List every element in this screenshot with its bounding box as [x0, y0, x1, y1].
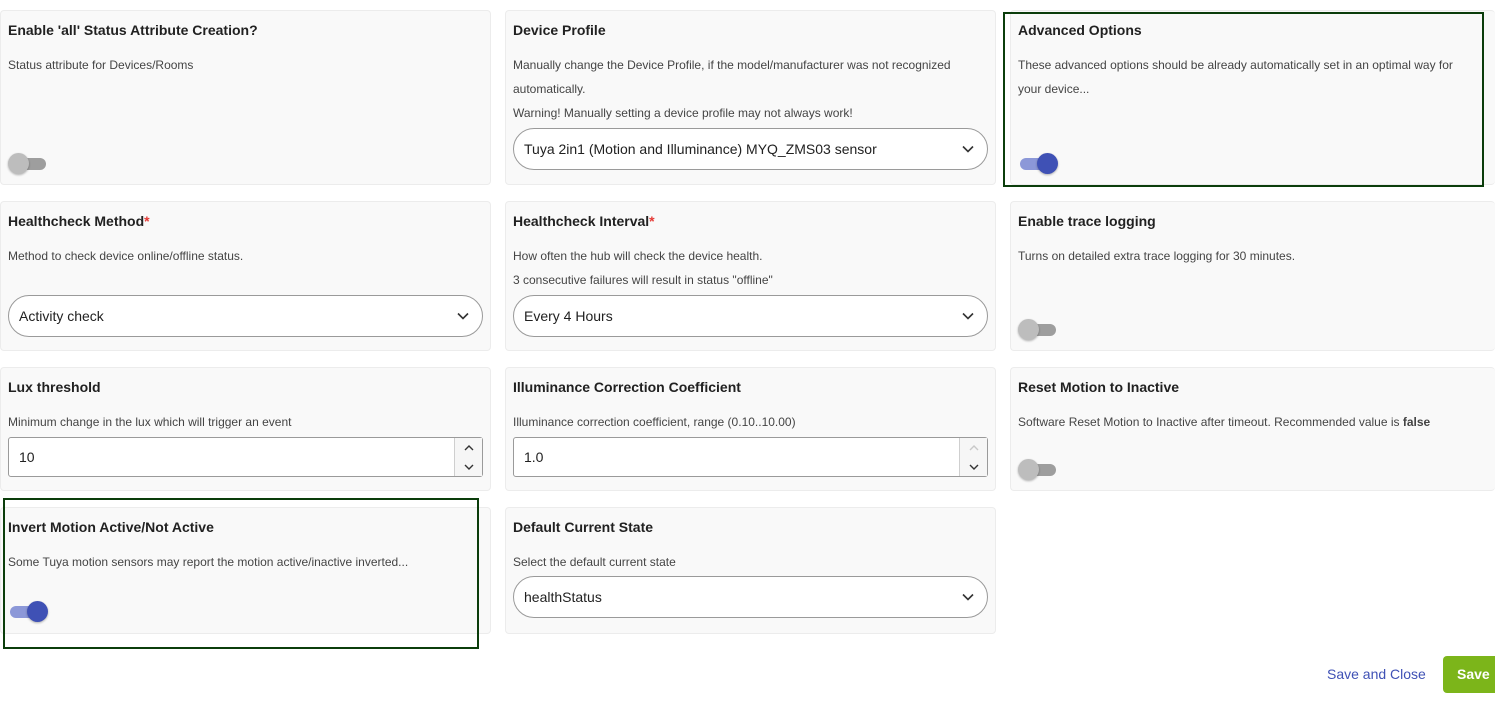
select-value: healthStatus	[524, 589, 602, 605]
healthcheck-method-card: Healthcheck Method* Method to check devi…	[0, 201, 491, 351]
status-attribute-card: Enable 'all' Status Attribute Creation? …	[0, 10, 491, 185]
chevron-down-icon	[464, 464, 473, 470]
chevron-down-icon	[962, 312, 974, 320]
trace-logging-toggle[interactable]	[1018, 318, 1058, 342]
chevron-up-icon	[464, 444, 473, 450]
invert-motion-card: Invert Motion Active/Not Active Some Tuy…	[0, 507, 491, 634]
save-button[interactable]: Save	[1443, 656, 1495, 693]
trace-logging-card: Enable trace logging Turns on detailed e…	[1010, 201, 1495, 351]
healthcheck-interval-card: Healthcheck Interval* How often the hub …	[505, 201, 996, 351]
select-value: Tuya 2in1 (Motion and Illuminance) MYQ_Z…	[524, 141, 877, 157]
card-title: Illuminance Correction Coefficient	[513, 379, 741, 395]
card-description: Method to check device online/offline st…	[8, 249, 244, 263]
card-description: Manually change the Device Profile, if t…	[513, 58, 951, 120]
chevron-down-icon	[962, 593, 974, 601]
chevron-down-icon	[962, 145, 974, 153]
card-title: Healthcheck Interval*	[513, 213, 655, 229]
default-state-card: Default Current State Select the default…	[505, 507, 996, 634]
healthcheck-method-select[interactable]: Activity check	[8, 295, 483, 337]
input-value: 1.0	[524, 449, 544, 465]
toggle-knob	[1018, 319, 1039, 340]
card-title: Advanced Options	[1018, 22, 1142, 38]
illuminance-coefficient-input[interactable]: 1.0	[513, 437, 988, 477]
select-value: Activity check	[19, 308, 104, 324]
card-title: Reset Motion to Inactive	[1018, 379, 1180, 395]
card-title: Enable 'all' Status Attribute Creation?	[8, 22, 258, 38]
lux-threshold-input[interactable]: 10	[8, 437, 483, 477]
card-title: Invert Motion Active/Not Active	[8, 519, 214, 535]
reset-motion-toggle[interactable]	[1018, 458, 1058, 482]
required-marker: *	[649, 213, 655, 229]
card-title: Lux threshold	[8, 379, 101, 395]
number-stepper	[454, 438, 482, 476]
card-description: These advanced options should be already…	[1018, 58, 1453, 96]
device-profile-select[interactable]: Tuya 2in1 (Motion and Illuminance) MYQ_Z…	[513, 128, 988, 170]
device-profile-card: Device Profile Manually change the Devic…	[505, 10, 996, 185]
save-and-close-button[interactable]: Save and Close	[1327, 666, 1426, 682]
stepper-up-button[interactable]	[455, 438, 482, 457]
card-description: Illuminance correction coefficient, rang…	[513, 415, 796, 429]
illuminance-coefficient-card: Illuminance Correction Coefficient Illum…	[505, 367, 996, 491]
card-description: Status attribute for Devices/Rooms	[8, 58, 194, 72]
lux-threshold-card: Lux threshold Minimum change in the lux …	[0, 367, 491, 491]
advanced-options-card: Advanced Options These advanced options …	[1010, 10, 1495, 185]
chevron-down-icon	[969, 464, 978, 470]
healthcheck-interval-select[interactable]: Every 4 Hours	[513, 295, 988, 337]
stepper-down-button[interactable]	[960, 457, 987, 476]
card-title: Healthcheck Method*	[8, 213, 150, 229]
required-marker: *	[144, 213, 150, 229]
card-description: How often the hub will check the device …	[513, 249, 773, 287]
toggle-knob	[1037, 153, 1058, 174]
chevron-up-icon	[969, 444, 978, 450]
advanced-options-toggle[interactable]	[1018, 152, 1058, 176]
card-title: Enable trace logging	[1018, 213, 1156, 229]
card-title: Device Profile	[513, 22, 606, 38]
select-value: Every 4 Hours	[524, 308, 613, 324]
status-attribute-toggle[interactable]	[8, 152, 48, 176]
card-description: Turns on detailed extra trace logging fo…	[1018, 249, 1296, 263]
input-value: 10	[19, 449, 35, 465]
toggle-knob	[8, 153, 29, 174]
chevron-down-icon	[457, 312, 469, 320]
card-description: Select the default current state	[513, 555, 676, 569]
default-state-select[interactable]: healthStatus	[513, 576, 988, 618]
card-description: Minimum change in the lux which will tri…	[8, 415, 292, 429]
number-stepper	[959, 438, 987, 476]
card-title: Default Current State	[513, 519, 654, 535]
card-description: Software Reset Motion to Inactive after …	[1018, 415, 1431, 429]
invert-motion-toggle[interactable]	[8, 600, 48, 624]
toggle-knob	[27, 601, 48, 622]
toggle-knob	[1018, 459, 1039, 480]
stepper-down-button[interactable]	[455, 457, 482, 476]
stepper-up-button[interactable]	[960, 438, 987, 457]
reset-motion-card: Reset Motion to Inactive Software Reset …	[1010, 367, 1495, 491]
card-description: Some Tuya motion sensors may report the …	[8, 555, 409, 569]
